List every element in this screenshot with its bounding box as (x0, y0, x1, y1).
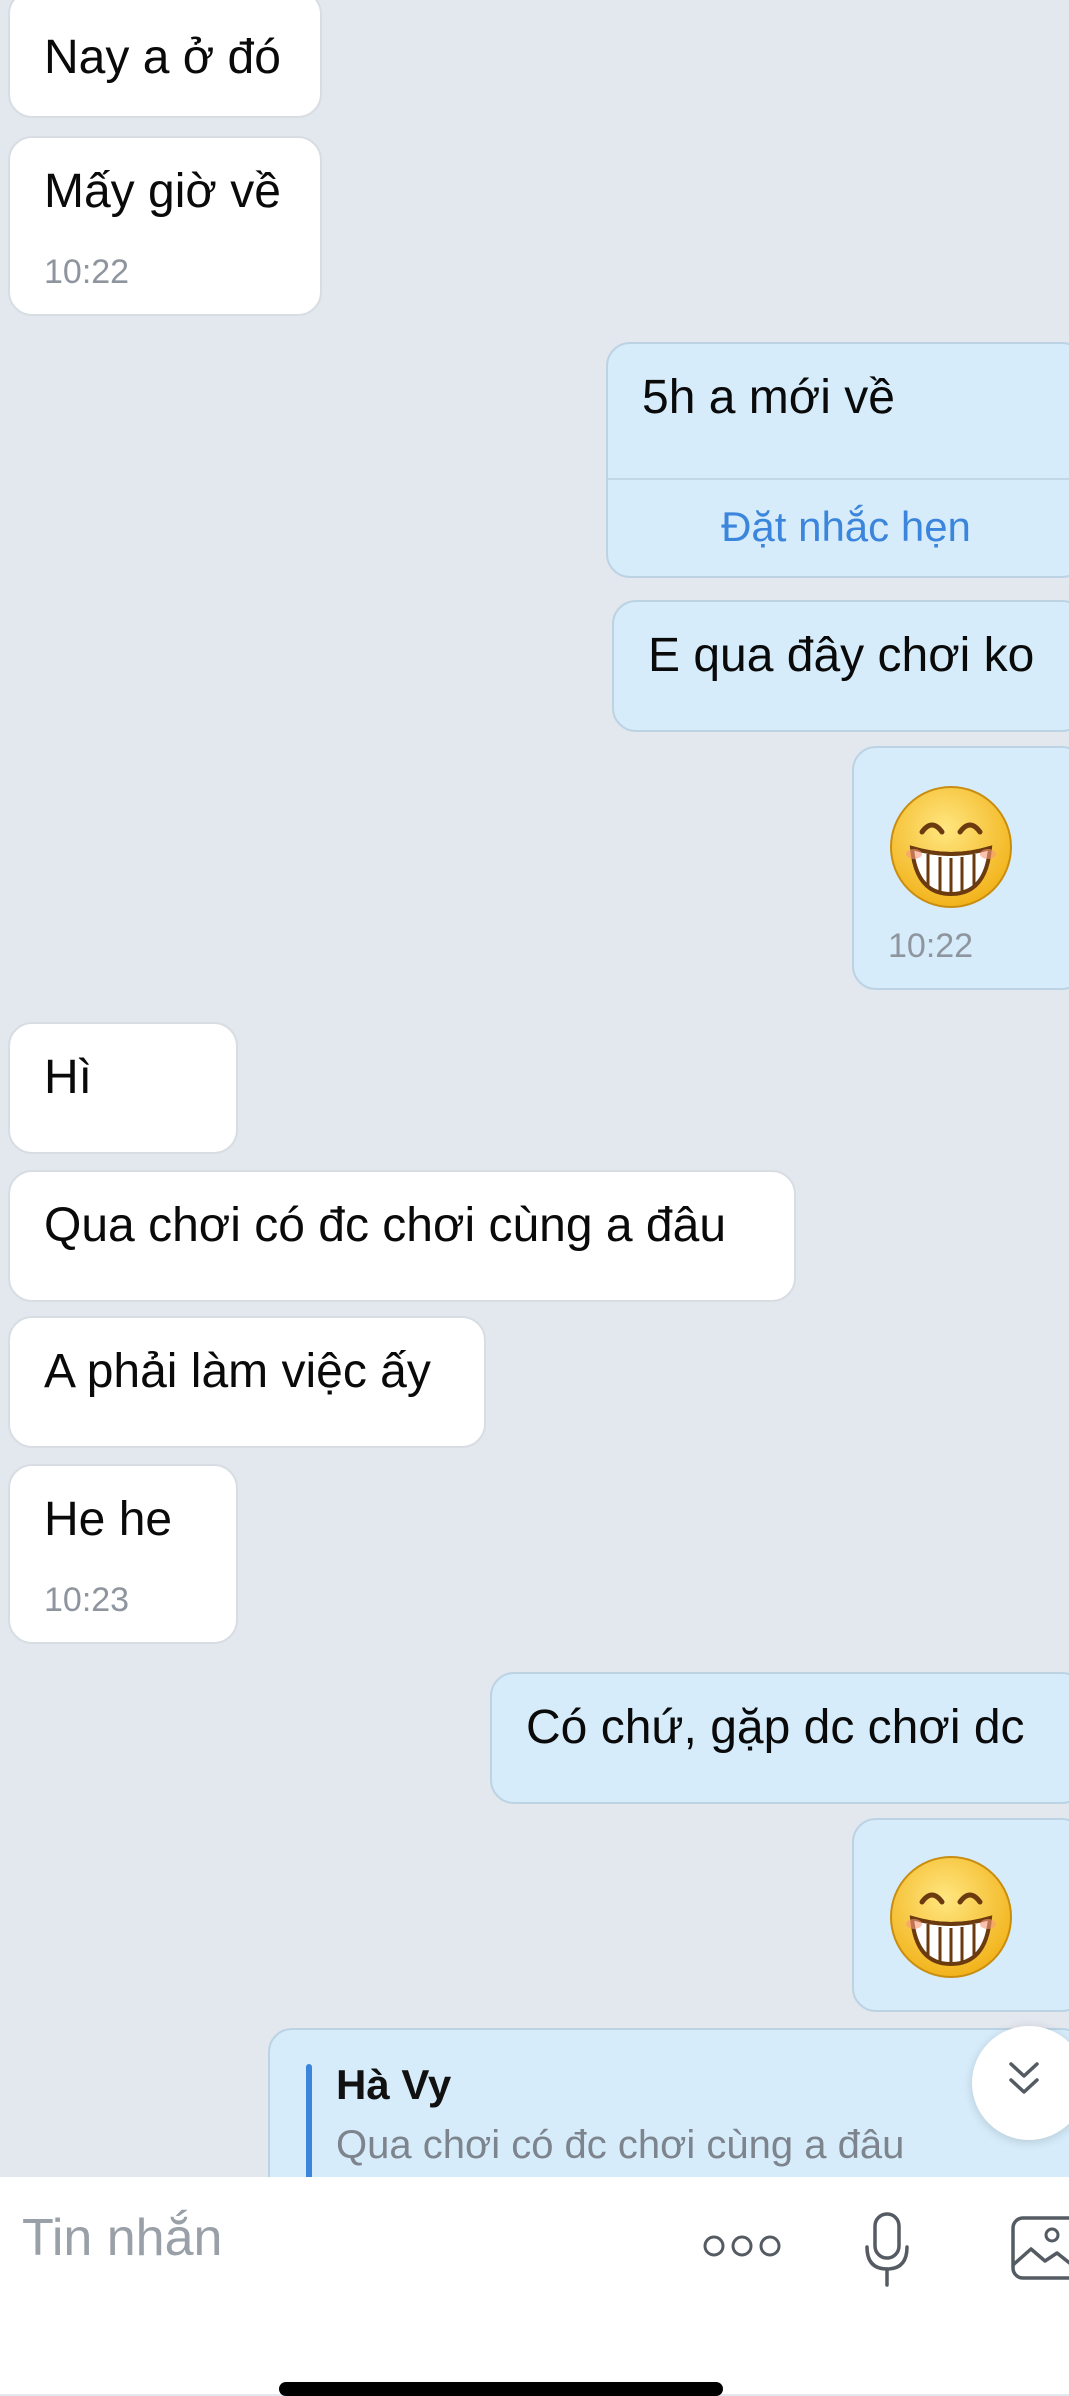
message-text: Có chứ, gặp dc chơi dc (526, 1701, 1025, 1754)
message-list[interactable]: Nay a ở đó Mấy giờ về 10:22 5h a mới về … (0, 0, 1069, 2177)
message-bubble-received[interactable]: He he 10:23 (8, 1464, 238, 1644)
image-gallery-icon[interactable] (1010, 2215, 1069, 2283)
message-text: Nay a ở đó (44, 31, 281, 84)
message-input[interactable]: Tin nhắn (22, 2205, 222, 2271)
message-text: He he (44, 1493, 173, 1546)
microphone-icon[interactable] (862, 2211, 912, 2291)
message-text: Mấy giờ về (44, 165, 281, 218)
set-reminder-link[interactable]: Đặt nhắc hẹn (608, 502, 1069, 552)
message-time: 10:23 (44, 1581, 130, 1619)
quoted-sender-name: Hà Vy (336, 2061, 452, 2108)
more-options-icon[interactable] (702, 2233, 782, 2259)
grinning-face-icon (890, 786, 1012, 908)
divider (608, 478, 1069, 480)
message-time: 10:22 (888, 927, 974, 965)
reply-message-bubble[interactable]: Hà Vy Qua chơi có đc chơi cùng a đâu (268, 2028, 1069, 2177)
message-text: Qua chơi có đc chơi cùng a đâu (44, 1199, 727, 1252)
message-text: Hì (44, 1051, 92, 1104)
message-text: 5h a mới về (642, 371, 895, 424)
message-composer: Tin nhắn (0, 2177, 1069, 2394)
message-bubble-sent[interactable]: 5h a mới về Đặt nhắc hẹn (606, 342, 1069, 578)
message-time: 10:22 (44, 253, 130, 291)
double-chevron-down-icon (1009, 2062, 1039, 2094)
grinning-face-icon (890, 1856, 1012, 1978)
message-bubble-sent[interactable]: 10:22 (852, 746, 1069, 990)
message-text: E qua đây chơi ko (648, 629, 1035, 682)
message-bubble-sent[interactable] (852, 1818, 1069, 2012)
message-bubble-received[interactable]: A phải làm việc ấy (8, 1316, 486, 1448)
message-bubble-received[interactable]: Nay a ở đó (8, 0, 322, 118)
message-bubble-sent[interactable]: E qua đây chơi ko (612, 600, 1069, 732)
message-bubble-received[interactable]: Qua chơi có đc chơi cùng a đâu (8, 1170, 796, 1302)
quote-bar (306, 2064, 312, 2177)
message-bubble-received[interactable]: Hì (8, 1022, 238, 1154)
message-bubble-received[interactable]: Mấy giờ về 10:22 (8, 136, 322, 316)
message-text: A phải làm việc ấy (44, 1345, 431, 1398)
quoted-message-text: Qua chơi có đc chơi cùng a đâu (336, 2123, 905, 2167)
message-bubble-sent[interactable]: Có chứ, gặp dc chơi dc (490, 1672, 1069, 1804)
